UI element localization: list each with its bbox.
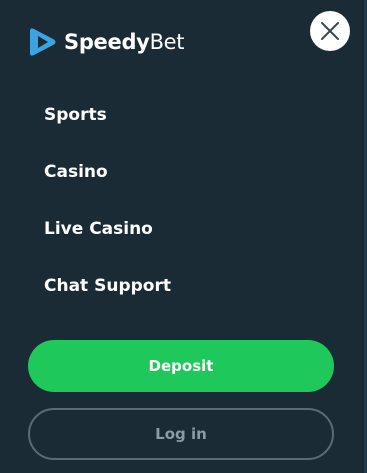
deposit-button[interactable]: Deposit	[28, 340, 334, 392]
close-icon	[320, 21, 340, 41]
login-button[interactable]: Log in	[28, 408, 334, 460]
nav-item-casino[interactable]: Casino	[44, 160, 171, 217]
mobile-menu-panel: SpeedyBet Sports Casino Live Casino Chat…	[0, 0, 367, 473]
brand-name-regular: Bet	[149, 29, 185, 54]
nav-item-sports[interactable]: Sports	[44, 103, 171, 160]
close-button[interactable]	[310, 11, 350, 51]
brand-name-bold: Speedy	[64, 29, 150, 54]
nav-item-live-casino[interactable]: Live Casino	[44, 217, 171, 274]
brand-name: SpeedyBet	[64, 29, 185, 54]
play-triangle-logo-icon	[28, 26, 58, 58]
brand-logo[interactable]: SpeedyBet	[28, 26, 185, 58]
main-nav: Sports Casino Live Casino Chat Support	[44, 103, 171, 331]
nav-item-chat-support[interactable]: Chat Support	[44, 274, 171, 331]
